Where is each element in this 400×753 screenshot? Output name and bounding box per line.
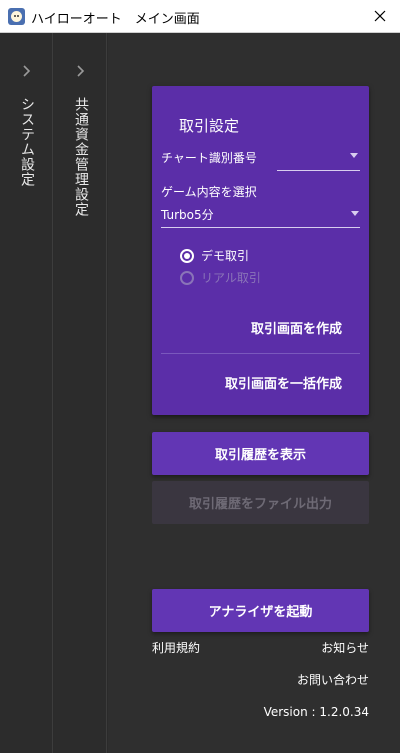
bulk-create-trade-screen-button[interactable]: 取引画面を一括作成 bbox=[225, 373, 342, 392]
chevron-right-icon[interactable] bbox=[19, 64, 33, 78]
demo-trade-label: デモ取引 bbox=[201, 249, 250, 263]
close-button[interactable] bbox=[360, 0, 400, 32]
sidebar-item-label: システム設定 bbox=[19, 97, 35, 187]
real-trade-label: リアル取引 bbox=[201, 271, 261, 285]
real-trade-radio[interactable]: リアル取引 bbox=[180, 269, 261, 286]
create-trade-screen-button[interactable]: 取引画面を作成 bbox=[251, 318, 342, 337]
version-text: Version : 1.2.0.34 bbox=[263, 705, 369, 719]
chevron-right-icon[interactable] bbox=[73, 64, 87, 78]
title-bar: ハイローオート メイン画面 bbox=[0, 0, 400, 33]
chart-id-label: チャート識別番号 bbox=[161, 151, 257, 165]
divider bbox=[161, 353, 360, 354]
sidebar-item-common-fund-settings[interactable]: 共通資金管理設定 bbox=[54, 33, 107, 753]
contact-link[interactable]: お問い合わせ bbox=[297, 671, 369, 688]
trade-settings-card: 取引設定 チャート識別番号 ゲーム内容を選択 Turbo5分 デモ取引 リアル取… bbox=[152, 86, 369, 415]
export-trade-history-button[interactable]: 取引履歴をファイル出力 bbox=[152, 481, 369, 524]
close-icon bbox=[374, 10, 386, 22]
news-link[interactable]: お知らせ bbox=[321, 639, 369, 656]
app-face-icon bbox=[8, 8, 25, 25]
launch-analyzer-button[interactable]: アナライザを起動 bbox=[152, 589, 369, 632]
window-title: ハイローオート メイン画面 bbox=[31, 12, 200, 27]
game-select-value: Turbo5分 bbox=[161, 208, 214, 222]
card-title: 取引設定 bbox=[179, 117, 240, 135]
sidebar-item-label: 共通資金管理設定 bbox=[73, 97, 89, 217]
sidebar-item-system-settings[interactable]: システム設定 bbox=[0, 33, 53, 753]
main-panel: 取引設定 チャート識別番号 ゲーム内容を選択 Turbo5分 デモ取引 リアル取… bbox=[108, 33, 400, 753]
dropdown-arrow-icon bbox=[350, 153, 358, 158]
chart-id-select[interactable] bbox=[277, 144, 360, 172]
game-select-label: ゲーム内容を選択 bbox=[161, 185, 257, 199]
show-trade-history-button[interactable]: 取引履歴を表示 bbox=[152, 432, 369, 475]
demo-trade-radio[interactable]: デモ取引 bbox=[180, 247, 249, 264]
game-select[interactable]: Turbo5分 bbox=[161, 202, 360, 228]
dropdown-arrow-icon bbox=[351, 211, 359, 216]
terms-link[interactable]: 利用規約 bbox=[152, 639, 200, 656]
